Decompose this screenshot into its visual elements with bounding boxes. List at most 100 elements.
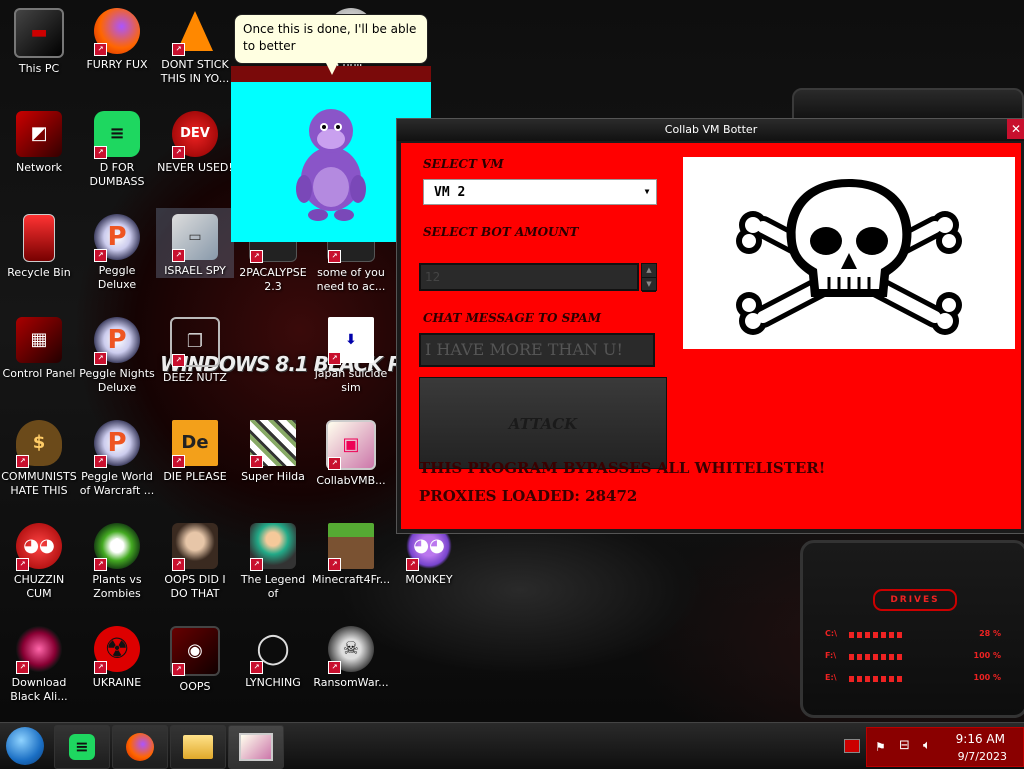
- desktop-icon-lynching[interactable]: ◯ ↗ LYNCHING: [234, 620, 312, 690]
- volume-icon[interactable]: 🔈︎: [923, 738, 931, 753]
- chat-message-input[interactable]: I HAVE MORE THAN U!: [419, 333, 655, 367]
- firefox-icon: [126, 733, 154, 761]
- icon-label: COMMUNISTS HATE THIS G...: [1, 470, 77, 497]
- taskbar-file-explorer[interactable]: [170, 725, 226, 769]
- tray-flag-icon[interactable]: [844, 739, 860, 753]
- desktop-icon-plants-vs-zombies[interactable]: ✿ ↗ Plants vs Zombies: [78, 517, 156, 601]
- desktop-icon-download-black[interactable]: ↗ Download Black Ali...: [0, 620, 78, 704]
- clock-date[interactable]: 9/7/2023: [958, 750, 1007, 763]
- shortcut-arrow-icon: ↗: [250, 558, 263, 571]
- taskbar-collabvm-botter[interactable]: [228, 725, 284, 769]
- drive-bar: [849, 676, 905, 682]
- desktop-icon-ransomware[interactable]: ☠ ↗ RansomWar...: [312, 620, 390, 690]
- desktop-icon-this-pc[interactable]: ▬ This PC: [0, 2, 78, 76]
- desktop-icon-dont-stick[interactable]: ↗ DONT STICK THIS IN YO...: [156, 2, 234, 86]
- shortcut-arrow-icon: ↗: [250, 250, 263, 263]
- attack-button[interactable]: ATTACK: [419, 377, 667, 469]
- spin-up-icon[interactable]: ▲: [642, 264, 656, 278]
- skull-icon: ☠ ↗: [328, 626, 374, 674]
- taskbar: ≡ ⚑ ⊟ 🔈︎ 9:16 AM 9/7/2023: [0, 722, 1024, 769]
- network-icon: ◩: [16, 111, 62, 157]
- close-icon[interactable]: ✕: [1007, 119, 1024, 139]
- monitor-icon: ▬: [14, 8, 64, 58]
- icon-label: MONKEY: [405, 573, 453, 586]
- desktop-icon-communists[interactable]: $↗ COMMUNISTS HATE THIS G...: [0, 414, 78, 498]
- icon-label: UKRAINE: [92, 676, 142, 689]
- desktop-icon-peggle-wow[interactable]: P ↗ Peggle World of Warcraft ...: [78, 414, 156, 498]
- desktop-icon-legend-of-zilda[interactable]: ↗ The Legend of Zilda: [234, 517, 312, 601]
- desktop-icon-ukraine[interactable]: ☢ ↗ UKRAINE: [78, 620, 156, 690]
- vlc-icon: ↗: [172, 8, 218, 56]
- desktop-icon-peggle-deluxe[interactable]: P ↗ Peggle Deluxe: [78, 208, 156, 292]
- desktop-icon-recycle-bin[interactable]: Recycle Bin: [0, 208, 78, 280]
- clock-time[interactable]: 9:16 AM: [956, 732, 1005, 746]
- skull-crossbones-icon: [736, 179, 962, 335]
- desktop-icon-oops-did-i[interactable]: ↗ OOPS DID I DO THAT: [156, 517, 234, 601]
- control-panel-icon: ▦: [16, 317, 62, 363]
- icon-label: OOPS: [179, 680, 211, 693]
- icon-label: FURRY FUX: [86, 58, 148, 71]
- action-center-flag-icon[interactable]: ⚑: [875, 740, 886, 754]
- desktop-icon-die-please[interactable]: De ↗ DIE PLEASE: [156, 414, 234, 484]
- pink-monitor-icon: ▣ ↗: [326, 420, 376, 470]
- pink-monitor-icon: [239, 733, 273, 761]
- shortcut-arrow-icon: ↗: [250, 661, 263, 674]
- icon-label: DIE PLEASE: [163, 470, 227, 483]
- red-monitor-icon: ◉ ↗: [170, 626, 220, 676]
- chuzzle-icon: ◕◕ ↗: [16, 523, 62, 571]
- collab-vm-botter-window[interactable]: Collab VM Botter ✕ SELECT VM VM 2 ▼ SELE…: [396, 118, 1024, 534]
- taskbar-firefox[interactable]: [112, 725, 168, 769]
- shortcut-arrow-icon: ↗: [94, 146, 107, 159]
- system-tray: ⚑ ⊟ 🔈︎ 9:16 AM 9/7/2023: [866, 727, 1024, 767]
- icon-label: Control Panel: [2, 367, 76, 380]
- desktop-icon-israel-spy[interactable]: ▭ ↗ ISRAEL SPY: [156, 208, 234, 278]
- icon-label: ISRAEL SPY: [164, 264, 226, 277]
- shortcut-arrow-icon: ↗: [94, 455, 107, 468]
- shortcut-arrow-icon: ↗: [328, 352, 341, 365]
- desktop-icon-network[interactable]: ◩ Network: [0, 105, 78, 175]
- taskbar-spotify[interactable]: ≡: [54, 725, 110, 769]
- shortcut-arrow-icon: ↗: [94, 249, 107, 262]
- desktop-icon-furry-fux[interactable]: ↗ FURRY FUX: [78, 2, 156, 72]
- spin-down-icon[interactable]: ▼: [642, 278, 656, 292]
- devcpp-icon: DEV ↗: [172, 111, 218, 159]
- chevron-down-icon[interactable]: ▼: [640, 182, 654, 202]
- icon-label: OOPS DID I DO THAT: [164, 573, 226, 600]
- die-logo-icon: De ↗: [172, 420, 218, 468]
- desktop-icon-peggle-nights[interactable]: P ↗ Peggle Nights Deluxe: [78, 311, 156, 395]
- peggle-icon: P ↗: [94, 317, 140, 365]
- shortcut-arrow-icon: ↗: [328, 250, 341, 263]
- desktop-icon-control-panel[interactable]: ▦ Control Panel: [0, 311, 78, 381]
- shortcut-arrow-icon: ↗: [172, 455, 185, 468]
- desktop-icon-minecraft[interactable]: ↗ Minecraft4Fr...: [312, 517, 390, 587]
- icon-label: Peggle Nights Deluxe: [79, 367, 155, 394]
- network-tray-icon[interactable]: ⊟: [899, 738, 910, 753]
- start-orb-icon[interactable]: [6, 727, 44, 765]
- desktop-icon-super-hilda[interactable]: ↗ Super Hilda: [234, 414, 312, 484]
- shortcut-arrow-icon: ↗: [16, 661, 29, 674]
- firefox-icon: ↗: [94, 8, 140, 56]
- network-adapter-icon: ▭ ↗: [172, 214, 218, 262]
- window-title[interactable]: Collab VM Botter: [397, 119, 1024, 141]
- desktop-icon-deez-nutz[interactable]: ❐ ↗ DEEZ NUTZ: [156, 311, 234, 385]
- desktop-icon-never-used[interactable]: DEV ↗ NEVER USED!: [156, 105, 234, 175]
- bot-amount-spinner[interactable]: ▲ ▼: [641, 263, 657, 292]
- speech-bubble: Once this is done, I'll be able to bette…: [234, 14, 428, 64]
- icon-label: CollabVMB...: [316, 474, 386, 487]
- desktop-icon-chuzzin[interactable]: ◕◕ ↗ CHUZZIN CUM: [0, 517, 78, 601]
- desktop-icon-oops[interactable]: ◉ ↗ OOPS: [156, 620, 234, 694]
- drive-percent: 100 %: [973, 651, 1002, 660]
- drive-bar: [849, 632, 905, 638]
- desktop-icon-d-for-dumbass[interactable]: ≡ ↗ D FOR DUMBASS: [78, 105, 156, 189]
- icon-label: D FOR DUMBASS: [89, 161, 145, 188]
- icon-label: Super Hilda: [241, 470, 305, 483]
- select-vm-dropdown[interactable]: VM 2 ▼: [423, 179, 657, 205]
- drive-row: C:\ 28 %: [825, 629, 1005, 643]
- desktop-icon-collabvmb[interactable]: ▣ ↗ CollabVMB...: [312, 414, 390, 488]
- icon-label: 2PACALYPSE 2.3: [239, 266, 307, 293]
- desktop-icon-japan-suicide-sim[interactable]: ⬇ ↗ japan suicide sim: [312, 311, 390, 395]
- shortcut-arrow-icon: ↗: [172, 43, 185, 56]
- bot-amount-label: SELECT BOT AMOUNT: [423, 225, 579, 239]
- bot-amount-input[interactable]: 12: [419, 263, 639, 291]
- shortcut-arrow-icon: ↗: [94, 352, 107, 365]
